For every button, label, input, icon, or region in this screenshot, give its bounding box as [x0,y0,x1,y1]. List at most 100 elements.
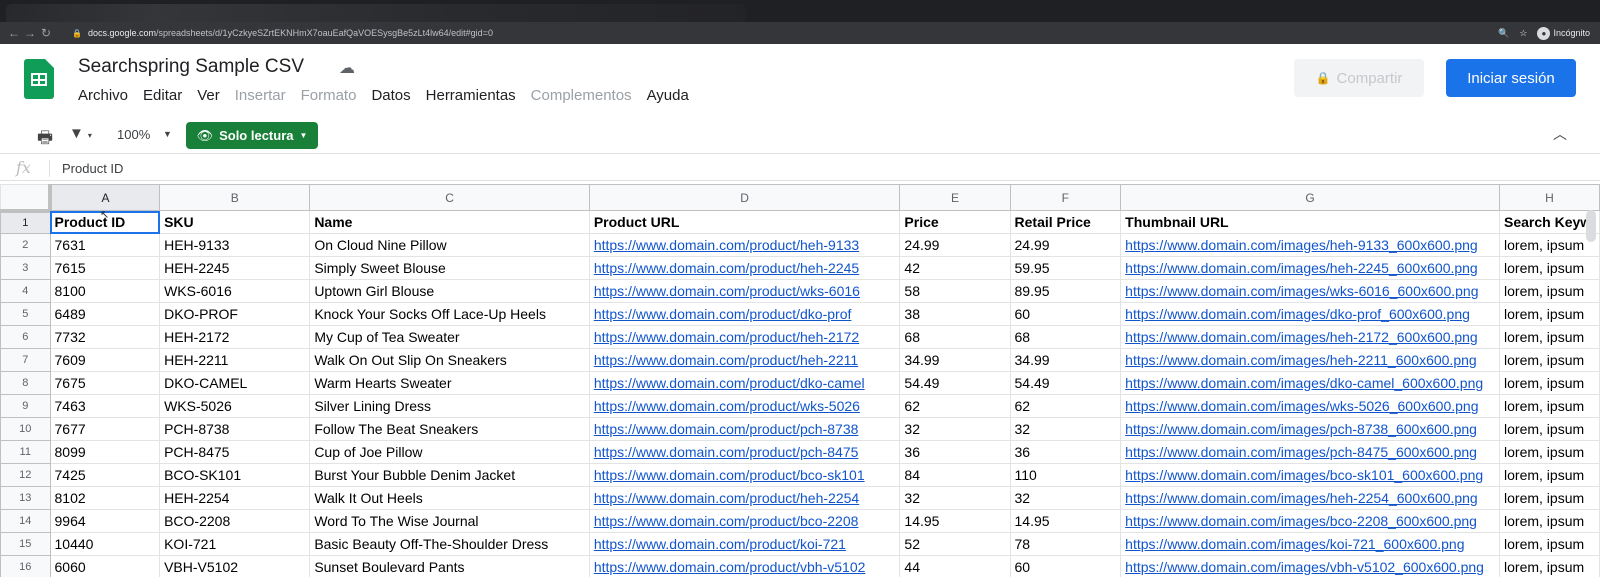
cell[interactable]: 8102 [49,486,161,510]
cell[interactable]: VBH-V5102 [159,555,311,577]
cell[interactable]: HEH-2172 [159,325,311,349]
link-cell[interactable]: https://www.domain.com/product/vbh-v5102 [588,555,901,577]
cell[interactable]: lorem, ipsum [1499,302,1600,326]
row-header[interactable]: 2 [0,233,51,257]
vertical-scrollbar[interactable] [1586,210,1596,242]
cell[interactable]: WKS-5026 [159,394,311,418]
sign-in-button[interactable]: Iniciar sesión [1446,59,1576,97]
cell[interactable]: 7732 [49,325,161,349]
menu-item[interactable]: Formato [301,87,357,104]
cell[interactable]: BCO-2208 [159,509,311,533]
cell[interactable]: DKO-PROF [159,302,311,326]
row-header[interactable]: 10 [0,417,51,441]
link-cell[interactable]: https://www.domain.com/images/dko-prof_6… [1120,302,1501,326]
row-header[interactable]: 13 [0,486,51,510]
cell[interactable]: Retail Price [1009,210,1122,234]
cell[interactable]: Word To The Wise Journal [309,509,590,533]
link-cell[interactable]: https://www.domain.com/product/heh-2172 [588,325,901,349]
column-header[interactable]: B [159,184,311,211]
cell[interactable]: 7609 [49,348,161,372]
cell[interactable]: HEH-2245 [159,256,311,280]
cell[interactable]: 89.95 [1009,279,1122,303]
browser-tab[interactable] [6,4,746,22]
cell[interactable]: 60 [1009,302,1122,326]
cell[interactable]: 54.49 [1009,371,1122,395]
menu-item[interactable]: Herramientas [426,87,516,104]
cell[interactable]: 9964 [49,509,161,533]
link-cell[interactable]: https://www.domain.com/images/dko-camel_… [1120,371,1501,395]
link-cell[interactable]: https://www.domain.com/images/bco-2208_6… [1120,509,1501,533]
cell[interactable]: 32 [1009,417,1122,441]
cell[interactable]: BCO-SK101 [159,463,311,487]
link-cell[interactable]: https://www.domain.com/images/wks-5026_6… [1120,394,1501,418]
cell[interactable]: 7677 [49,417,161,441]
cell[interactable]: Product URL [588,210,901,234]
cell[interactable]: My Cup of Tea Sweater [309,325,590,349]
menu-item[interactable]: Archivo [78,87,128,104]
print-icon[interactable]: 🖶 [37,125,53,154]
zoom-select[interactable]: 100% [117,127,150,142]
cell[interactable]: PCH-8738 [159,417,311,441]
cell[interactable]: 7615 [49,256,161,280]
menu-item[interactable]: Ver [197,87,220,104]
cell[interactable]: lorem, ipsum [1499,279,1600,303]
link-cell[interactable]: https://www.domain.com/images/heh-2172_6… [1120,325,1501,349]
cell[interactable]: 34.99 [1009,348,1122,372]
link-cell[interactable]: https://www.domain.com/product/dko-camel [588,371,901,395]
cell[interactable]: lorem, ipsum [1499,440,1600,464]
cell[interactable]: On Cloud Nine Pillow [309,233,590,257]
cell[interactable]: lorem, ipsum [1499,348,1600,372]
cell[interactable]: 32 [1009,486,1122,510]
row-header[interactable]: 9 [0,394,51,418]
row-header[interactable]: 5 [0,302,51,326]
cell[interactable]: lorem, ipsum [1499,256,1600,280]
row-header[interactable]: 8 [0,371,51,395]
cell[interactable]: Follow The Beat Sneakers [309,417,590,441]
forward-icon[interactable]: → [22,26,38,40]
menu-item[interactable]: Insertar [235,87,286,104]
link-cell[interactable]: https://www.domain.com/product/bco-sk101 [588,463,901,487]
cell[interactable]: 38 [899,302,1011,326]
cell[interactable]: Name [309,210,590,234]
cell[interactable]: 58 [899,279,1011,303]
cell[interactable]: 60 [1009,555,1122,577]
link-cell[interactable]: https://www.domain.com/product/heh-2245 [588,256,901,280]
link-cell[interactable]: https://www.domain.com/images/bco-sk101_… [1120,463,1501,487]
link-cell[interactable]: https://www.domain.com/images/heh-9133_6… [1120,233,1501,257]
cell[interactable]: Walk On Out Slip On Sneakers [309,348,590,372]
link-cell[interactable]: https://www.domain.com/product/dko-prof [588,302,901,326]
cell[interactable]: 6489 [49,302,161,326]
cell[interactable]: HEH-2254 [159,486,311,510]
link-cell[interactable]: https://www.domain.com/product/pch-8475 [588,440,901,464]
cell[interactable]: WKS-6016 [159,279,311,303]
cell[interactable]: 68 [899,325,1011,349]
reload-icon[interactable]: ↻ [38,26,54,40]
filter-button[interactable]: ▼ ▾ [69,125,92,142]
cell[interactable]: 24.99 [899,233,1011,257]
star-icon[interactable]: ☆ [1519,28,1527,39]
link-cell[interactable]: https://www.domain.com/product/heh-9133 [588,233,901,257]
cell[interactable]: PCH-8475 [159,440,311,464]
cell[interactable]: lorem, ipsum [1499,555,1600,577]
cell[interactable]: 32 [899,486,1011,510]
row-header[interactable]: 16 [0,555,51,577]
column-header[interactable]: A [49,184,161,211]
cell[interactable]: Walk It Out Heels [309,486,590,510]
row-header[interactable]: 4 [0,279,51,303]
cell[interactable]: DKO-CAMEL [159,371,311,395]
cell[interactable]: 7463 [49,394,161,418]
row-header[interactable]: 1 [0,210,51,234]
cell[interactable]: Cup of Joe Pillow [309,440,590,464]
cell[interactable]: 54.49 [899,371,1011,395]
link-cell[interactable]: https://www.domain.com/images/koi-721_60… [1120,532,1501,556]
cell[interactable]: Price [899,210,1011,234]
share-button[interactable]: 🔒 Compartir [1294,59,1424,97]
cell[interactable]: Burst Your Bubble Denim Jacket [309,463,590,487]
column-header[interactable]: E [899,184,1011,211]
cell[interactable]: lorem, ipsum [1499,532,1600,556]
column-header[interactable]: G [1120,184,1501,211]
row-header[interactable]: 14 [0,509,51,533]
cell[interactable]: 14.95 [1009,509,1122,533]
link-cell[interactable]: https://www.domain.com/images/vbh-v5102_… [1120,555,1501,577]
cell[interactable]: 62 [899,394,1011,418]
